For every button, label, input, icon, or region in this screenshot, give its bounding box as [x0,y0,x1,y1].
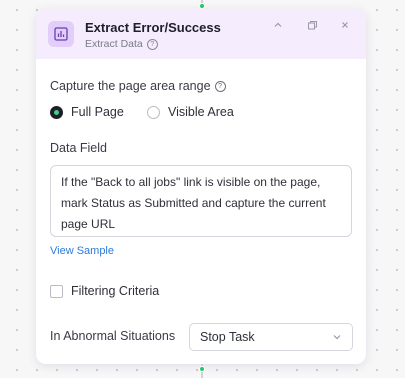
step-title: Extract Error/Success [85,20,221,35]
abnormal-situations-value: Stop Task [200,330,255,344]
capture-range-label-text: Capture the page area range [50,79,211,93]
panel-header: Extract Error/Success Extract Data ? [36,9,366,59]
capture-range-label: Capture the page area range ? [50,79,226,93]
chevron-up-icon [274,22,282,27]
radio-visible-area[interactable]: Visible Area [147,105,234,119]
step-subtitle-text: Extract Data [85,38,143,50]
data-field-textarea[interactable]: If the "Back to all jobs" link is visibl… [50,165,352,237]
abnormal-situations-label: In Abnormal Situations [50,329,176,343]
chevron-down-icon [333,335,341,340]
data-field-label: Data Field [50,141,107,155]
radio-full-page[interactable]: Full Page [50,105,124,119]
filtering-criteria-checkbox[interactable]: Filtering Criteria [50,284,159,298]
help-icon[interactable]: ? [214,80,226,92]
connector-dot-bottom[interactable] [199,366,205,372]
view-sample-link[interactable]: View Sample [50,245,114,257]
checkbox-box[interactable] [50,284,63,298]
close-button[interactable] [337,17,353,33]
step-subtitle: Extract Data ? [85,38,158,50]
detach-button[interactable] [304,17,320,33]
radio-label-visible-area: Visible Area [168,105,234,119]
bar-chart-icon [48,21,74,47]
radio-button-unchecked[interactable] [147,105,160,119]
abnormal-situations-select[interactable]: Stop Task [189,323,353,351]
filtering-criteria-label: Filtering Criteria [71,284,160,298]
copy-window-icon [307,20,317,29]
radio-label-full-page: Full Page [71,105,124,119]
radio-button-checked[interactable] [50,105,63,119]
step-panel: Extract Error/Success Extract Data ? Cap… [36,9,366,364]
collapse-button[interactable] [270,17,286,33]
help-icon[interactable]: ? [146,38,158,50]
close-icon [342,22,348,28]
